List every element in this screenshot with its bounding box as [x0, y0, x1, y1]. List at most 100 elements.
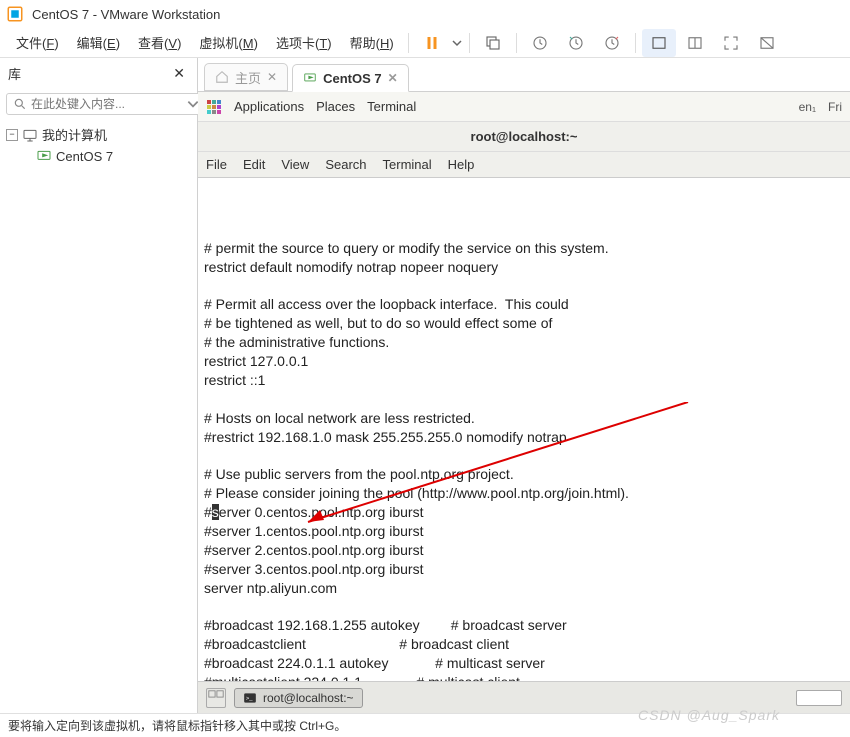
terminal-line: [204, 598, 844, 617]
search-input[interactable]: [31, 97, 186, 111]
vm-gnome-toolbar: Applications Places Terminal en₁ Fri: [198, 92, 850, 122]
snapshot-button[interactable]: [476, 29, 510, 57]
terminal-line: restrict 127.0.0.1: [204, 352, 844, 371]
terminal-line: #server 2.centos.pool.ntp.org iburst: [204, 541, 844, 560]
vmware-icon: [6, 5, 24, 23]
terminal-icon: >_: [243, 691, 257, 705]
term-menu-edit[interactable]: Edit: [243, 157, 265, 172]
tree-root-label: 我的计算机: [42, 125, 107, 144]
tab-centos[interactable]: CentOS 7 ✕: [292, 64, 409, 92]
terminal-line: # be tightened as well, but to do so wou…: [204, 314, 844, 333]
sidebar-header: 库 ✕: [0, 58, 197, 89]
pause-dropdown[interactable]: [451, 29, 463, 57]
terminal-line: # Hosts on local network are less restri…: [204, 409, 844, 428]
terminal-line: #broadcast 224.0.1.1 autokey # multicast…: [204, 654, 844, 673]
content-area: 主页 ✕ CentOS 7 ✕ Applications Places Term…: [198, 58, 850, 713]
tree-root[interactable]: − 我的计算机: [2, 123, 195, 146]
term-menu-terminal[interactable]: Terminal: [383, 157, 432, 172]
terminal-line: # the administrative functions.: [204, 333, 844, 352]
apps-icon: [206, 99, 222, 115]
sidebar-search: [0, 89, 197, 119]
sidebar: 库 ✕ − 我的计算机 CentOS 7: [0, 58, 198, 713]
view-multi-icon[interactable]: [678, 29, 712, 57]
terminal-menubar: File Edit View Search Terminal Help: [198, 152, 850, 178]
separator: [408, 33, 409, 53]
terminal-line: # permit the source to query or modify t…: [204, 239, 844, 258]
terminal-line: server ntp.aliyun.com: [204, 579, 844, 598]
terminal-line: restrict ::1: [204, 371, 844, 390]
term-menu-help[interactable]: Help: [448, 157, 475, 172]
clock-icon-1[interactable]: [523, 29, 557, 57]
tree-child-centos[interactable]: CentOS 7: [2, 146, 195, 166]
term-menu-view[interactable]: View: [281, 157, 309, 172]
workspace-switcher[interactable]: [796, 690, 842, 706]
menu-edit[interactable]: 编辑(E): [69, 29, 128, 56]
day-indicator: Fri: [828, 100, 842, 114]
taskbar-terminal-button[interactable]: >_ root@localhost:~: [234, 688, 363, 708]
terminal-line: #server 1.centos.pool.ntp.org iburst: [204, 522, 844, 541]
fullscreen-icon[interactable]: [714, 29, 748, 57]
menu-help[interactable]: 帮助(H): [342, 29, 402, 56]
svg-text:>_: >_: [246, 695, 253, 701]
terminal-line: # Please consider joining the pool (http…: [204, 484, 844, 503]
menu-file[interactable]: 文件(F): [8, 29, 67, 56]
close-icon[interactable]: ✕: [388, 71, 398, 85]
terminal-line: #broadcastclient # broadcast client: [204, 635, 844, 654]
terminal-body[interactable]: # permit the source to query or modify t…: [198, 178, 850, 681]
terminal-line: #broadcast 192.168.1.255 autokey # broad…: [204, 616, 844, 635]
window-titlebar: CentOS 7 - VMware Workstation: [0, 0, 850, 28]
menu-vm[interactable]: 虚拟机(M): [191, 29, 266, 56]
search-box[interactable]: [6, 93, 211, 115]
computer-icon: [22, 127, 38, 143]
terminal-line: [204, 446, 844, 465]
vm-icon: [303, 71, 317, 85]
gnome-places[interactable]: Places: [316, 99, 355, 114]
sidebar-title: 库: [8, 64, 21, 83]
separator: [516, 33, 517, 53]
tab-centos-label: CentOS 7: [323, 71, 382, 86]
gnome-applications[interactable]: Applications: [234, 99, 304, 114]
separator: [469, 33, 470, 53]
main-area: 库 ✕ − 我的计算机 CentOS 7: [0, 58, 850, 713]
taskbar-window-label: root@localhost:~: [263, 691, 354, 705]
separator: [635, 33, 636, 53]
menu-view[interactable]: 查看(V): [130, 29, 189, 56]
show-desktop-icon[interactable]: [206, 688, 226, 708]
terminal-line: #multicastclient 224.0.1.1 # multicast c…: [204, 673, 844, 681]
lang-indicator[interactable]: en₁: [799, 100, 816, 114]
term-menu-file[interactable]: File: [206, 157, 227, 172]
vm-icon: [36, 148, 52, 164]
view-single-icon[interactable]: [642, 29, 676, 57]
terminal-window-title: root@localhost:~: [198, 122, 850, 152]
window-title: CentOS 7 - VMware Workstation: [32, 7, 220, 22]
gnome-taskbar: >_ root@localhost:~: [198, 681, 850, 713]
terminal-line: [204, 276, 844, 295]
menubar: 文件(F) 编辑(E) 查看(V) 虚拟机(M) 选项卡(T) 帮助(H): [0, 28, 850, 58]
tree-collapse-icon[interactable]: −: [6, 129, 18, 141]
clock-icon-3[interactable]: [595, 29, 629, 57]
content-tabs: 主页 ✕ CentOS 7 ✕: [198, 58, 850, 92]
term-menu-search[interactable]: Search: [325, 157, 366, 172]
tree-child-label: CentOS 7: [56, 149, 113, 164]
tab-home[interactable]: 主页 ✕: [204, 63, 288, 91]
sidebar-close-icon[interactable]: ✕: [169, 65, 189, 82]
terminal-line: #server 0.centos.pool.ntp.org iburst: [204, 503, 844, 522]
close-icon[interactable]: ✕: [267, 70, 277, 84]
terminal-line: # Use public servers from the pool.ntp.o…: [204, 465, 844, 484]
pause-button[interactable]: [415, 29, 449, 57]
status-text: 要将输入定向到该虚拟机，请将鼠标指针移入其中或按 Ctrl+G。: [8, 717, 346, 734]
gnome-terminal[interactable]: Terminal: [367, 99, 416, 114]
terminal-line: restrict default nomodify notrap nopeer …: [204, 258, 844, 277]
statusbar: 要将输入定向到该虚拟机，请将鼠标指针移入其中或按 Ctrl+G。: [0, 713, 850, 737]
terminal-line: #restrict 192.168.1.0 mask 255.255.255.0…: [204, 428, 844, 447]
search-icon: [13, 97, 27, 111]
terminal-line: #server 3.centos.pool.ntp.org iburst: [204, 560, 844, 579]
tab-home-label: 主页: [235, 68, 261, 87]
menu-tabs[interactable]: 选项卡(T): [268, 29, 340, 56]
unity-icon[interactable]: [750, 29, 784, 57]
terminal-line: # Permit all access over the loopback in…: [204, 295, 844, 314]
clock-icon-2[interactable]: [559, 29, 593, 57]
sidebar-tree: − 我的计算机 CentOS 7: [0, 119, 197, 170]
home-icon: [215, 70, 229, 84]
terminal-line: [204, 390, 844, 409]
